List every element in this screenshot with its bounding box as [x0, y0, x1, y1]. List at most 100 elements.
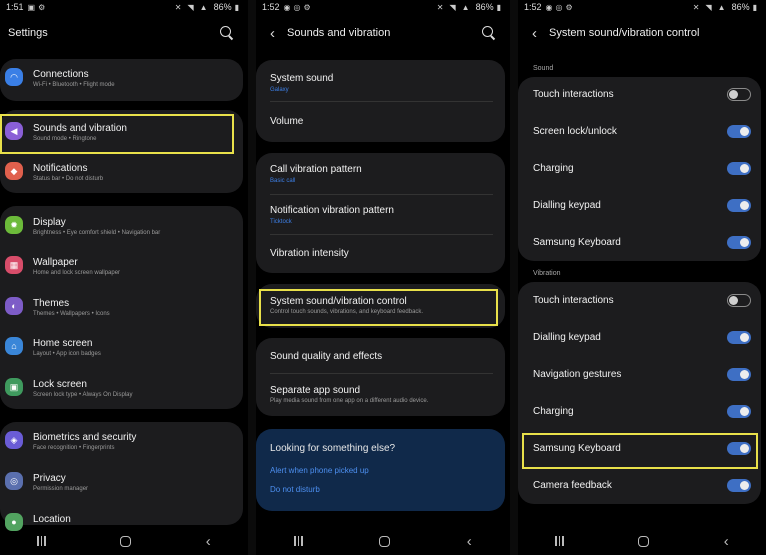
separate-app-sound-row[interactable]: Separate app sound Play media sound from…: [256, 379, 510, 413]
settings-item-lock-screen[interactable]: ▣ Lock screen Screen lock type • Always On…: [0, 376, 248, 408]
battery-icon: ▮: [752, 2, 757, 12]
battery-icon: ▮: [234, 2, 239, 12]
toggle-switch[interactable]: [727, 236, 751, 249]
search-icon[interactable]: [482, 26, 496, 40]
toggle-label: Dialling keypad: [533, 200, 601, 211]
toggle-switch[interactable]: [727, 294, 751, 307]
settings-notification-icon: ⚙: [38, 2, 46, 12]
item-title: Notifications: [33, 163, 88, 174]
sound-quality-row[interactable]: Sound quality and effects: [256, 345, 510, 373]
bell-icon: ◆: [5, 162, 23, 180]
message-icon: ◎: [555, 2, 563, 12]
divider: [270, 194, 493, 195]
wifi-signal-icon: ◥: [187, 2, 194, 12]
toggle-row-screen-lock-unlock[interactable]: Screen lock/unlock: [518, 117, 766, 147]
home-icon: ⌂: [5, 337, 23, 355]
section-label-sound: Sound: [533, 65, 554, 72]
page-header: ‹ Sounds and vibration: [256, 22, 510, 44]
looking-for-card: Looking for something else? Alert when p…: [256, 429, 505, 511]
item-subtitle: Themes • Wallpapers • Icons: [33, 311, 110, 317]
home-button[interactable]: [638, 535, 650, 547]
toggle-switch[interactable]: [727, 405, 751, 418]
settings-item-home-screen[interactable]: ⌂ Home screen Layout • App icon badges: [0, 335, 248, 367]
row-subtitle: Basic call: [270, 178, 296, 184]
vibration-intensity-row[interactable]: Vibration intensity: [256, 239, 510, 269]
toggle-switch[interactable]: [727, 331, 751, 344]
recents-button[interactable]: [294, 536, 303, 546]
search-icon[interactable]: [220, 26, 234, 40]
privacy-icon: ◎: [5, 472, 23, 490]
settings-item-wallpaper[interactable]: ▦ Wallpaper Home and lock screen wallpaper: [0, 254, 248, 286]
status-bar: 1:52 ◉ ◎ ⚙ ✕ ◥ ▲ 86% ▮: [518, 0, 766, 14]
row-title: Separate app sound: [270, 385, 361, 396]
settings-item-privacy[interactable]: ◎ Privacy Permission manager: [0, 470, 248, 502]
home-button[interactable]: [379, 535, 391, 547]
back-arrow-icon[interactable]: ‹: [270, 25, 275, 42]
toggle-row-charging[interactable]: Charging: [518, 397, 766, 427]
row-title: Call vibration pattern: [270, 164, 362, 175]
home-button[interactable]: [120, 535, 132, 547]
toggle-knob: [729, 295, 738, 305]
item-subtitle: Layout • App icon badges: [33, 351, 101, 357]
toggle-switch[interactable]: [727, 125, 751, 138]
messenger-icon: ◉: [283, 2, 291, 12]
recents-button[interactable]: [555, 536, 564, 546]
looking-title: Looking for something else?: [270, 443, 396, 454]
item-subtitle: Wi-Fi • Bluetooth • Flight mode: [33, 82, 115, 88]
item-title: Display: [33, 217, 66, 228]
settings-item-display[interactable]: ✹ Display Brightness • Eye comfort shield …: [0, 214, 248, 246]
back-button[interactable]: ‹: [724, 533, 729, 550]
settings-screen: 1:51 ▣ ⚙ ✕ ◥ ▲ 86% ▮ Settings ◠ Connectio…: [0, 0, 248, 555]
lock-icon: ▣: [5, 378, 23, 396]
toggle-switch[interactable]: [727, 88, 751, 101]
highlight-system-control: [259, 289, 498, 326]
row-title: Vibration intensity: [270, 248, 349, 259]
call-vibration-row[interactable]: Call vibration pattern Basic call: [256, 157, 510, 193]
settings-notification-icon: ⚙: [565, 2, 573, 12]
settings-item-notifications[interactable]: ◆ Notifications Status bar • Do not distur…: [0, 160, 248, 192]
recents-button[interactable]: [37, 536, 46, 546]
system-sound-vibration-control-screen: 1:52 ◉ ◎ ⚙ ✕ ◥ ▲ 86% ▮ ‹ System sound/vi…: [518, 0, 766, 555]
toggle-switch[interactable]: [727, 162, 751, 175]
row-subtitle: Play media sound from one app on a diffe…: [270, 398, 429, 404]
status-time: 1:52: [262, 2, 280, 12]
toggle-row-samsung-keyboard[interactable]: Samsung Keyboard: [518, 228, 766, 258]
toggle-row-navigation-gestures[interactable]: Navigation gestures: [518, 360, 766, 390]
toggle-label: Camera feedback: [533, 480, 612, 491]
toggle-row-charging[interactable]: Charging: [518, 154, 766, 184]
toggle-label: Screen lock/unlock: [533, 126, 617, 137]
toggle-row-dialling-keypad[interactable]: Dialling keypad: [518, 323, 766, 353]
sun-icon: ✹: [5, 216, 23, 234]
toggle-row-touch-interactions[interactable]: Touch interactions: [518, 286, 766, 316]
sounds-and-vibration-screen: 1:52 ◉ ◎ ⚙ ✕ ◥ ▲ 86% ▮ ‹ Sounds and vibr…: [256, 0, 510, 555]
volume-row[interactable]: Volume: [256, 108, 510, 138]
do-not-disturb-link[interactable]: Do not disturb: [270, 485, 320, 494]
toggle-row-dialling-keypad[interactable]: Dialling keypad: [518, 191, 766, 221]
row-title: Volume: [270, 116, 304, 127]
messenger-icon: ◉: [545, 2, 553, 12]
back-button[interactable]: ‹: [206, 533, 211, 550]
divider: [270, 373, 493, 374]
status-time: 1:51: [6, 2, 24, 12]
system-sound-row[interactable]: System sound Galaxy: [256, 67, 510, 97]
toggle-switch[interactable]: [727, 368, 751, 381]
back-button[interactable]: ‹: [467, 533, 472, 550]
settings-item-biometrics-and-security[interactable]: ◈ Biometrics and security Face recognition…: [0, 429, 248, 461]
toggle-row-touch-interactions[interactable]: Touch interactions: [518, 80, 766, 110]
back-arrow-icon[interactable]: ‹: [532, 25, 537, 42]
page-header: Settings: [0, 22, 248, 44]
item-title: Biometrics and security: [33, 432, 137, 443]
settings-item-themes[interactable]: ◐ Themes Themes • Wallpapers • Icons: [0, 295, 248, 327]
toggle-switch[interactable]: [727, 479, 751, 492]
notification-vibration-row[interactable]: Notification vibration pattern Ticktock: [256, 198, 510, 234]
toggle-knob: [740, 127, 749, 136]
alert-picked-up-link[interactable]: Alert when phone picked up: [270, 466, 369, 475]
toggle-row-camera-feedback[interactable]: Camera feedback: [518, 471, 766, 501]
toggle-knob: [740, 238, 749, 247]
mute-icon: ✕: [436, 2, 444, 12]
toggle-knob: [740, 164, 749, 173]
toggle-switch[interactable]: [727, 199, 751, 212]
highlight-sounds-and-vibration: [0, 114, 234, 154]
settings-item-connections[interactable]: ◠ Connections Wi-Fi • Bluetooth • Flight m…: [0, 66, 248, 98]
nav-bar: ‹: [518, 527, 766, 555]
